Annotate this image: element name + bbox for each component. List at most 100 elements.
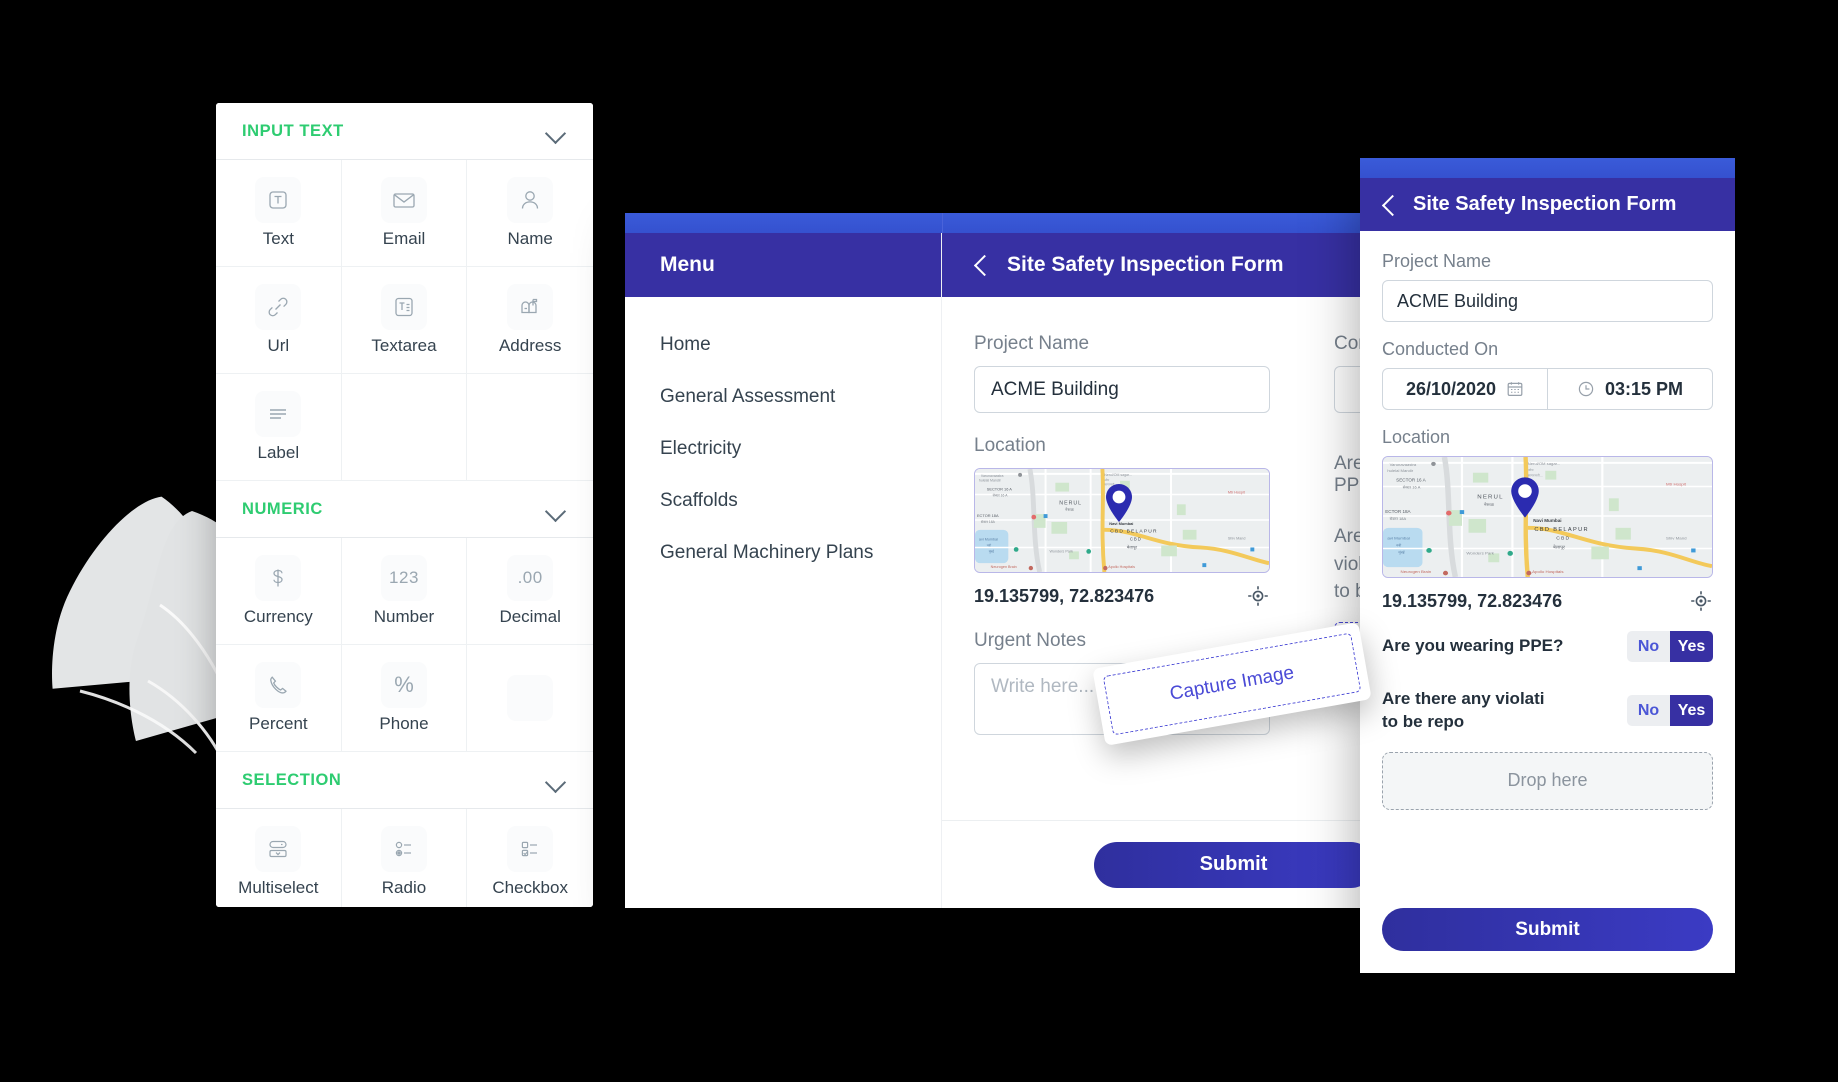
svg-text:Wonders Park: Wonders Park: [1466, 551, 1495, 556]
location-map[interactable]: Varunavaastra hulelal Mandir SECTOR 16 A…: [974, 468, 1270, 573]
mobile-form-preview: Site Safety Inspection Form Project Name…: [1360, 158, 1735, 973]
palette-item-currency[interactable]: Currency: [216, 538, 342, 645]
palette-item-radio[interactable]: Radio: [341, 809, 468, 907]
mobile-ppe-toggle[interactable]: No Yes: [1627, 631, 1713, 662]
mobile-dropzone[interactable]: Drop here: [1382, 751, 1713, 810]
mobile-submit-button[interactable]: Submit: [1382, 908, 1713, 951]
svg-text:Nerul/OM sagar...: Nerul/OM sagar...: [1528, 461, 1560, 466]
mobile-form-header: Site Safety Inspection Form: [1360, 178, 1735, 231]
palette-item-label: Percent: [249, 714, 308, 733]
desktop-menu-list: Home General Assessment Electricity Scaf…: [625, 297, 941, 579]
palette-item-textarea[interactable]: Textarea: [341, 267, 468, 374]
lines-icon: [255, 391, 302, 437]
mobile-violations-line1: Are there any violati: [1382, 689, 1545, 708]
palette-item-multiselect[interactable]: Multiselect: [216, 809, 342, 907]
submit-button[interactable]: Submit: [1093, 841, 1374, 888]
desktop-form-title: Site Safety Inspection Form: [1007, 253, 1284, 276]
palette-item-phone[interactable]: % Phone: [341, 645, 468, 752]
map-pin-icon: [1106, 484, 1132, 522]
svg-text:नेरूळ: नेरूळ: [1484, 501, 1495, 507]
menu-item-general-machinery-plans[interactable]: General Machinery Plans: [625, 527, 941, 579]
palette-item-decimal[interactable]: .00 Decimal: [467, 538, 593, 645]
svg-text:नवी: नवी: [987, 543, 991, 547]
palette-section-header-selection[interactable]: SELECTION: [216, 752, 593, 809]
svg-text:Varunavaastra: Varunavaastra: [981, 474, 1004, 478]
palette-item-label: Url: [267, 336, 290, 355]
radio-icon: [380, 826, 427, 872]
mobile-project-name-input[interactable]: ACME Building: [1382, 280, 1713, 322]
back-chevron-icon[interactable]: [974, 254, 987, 276]
field-palette-panel: INPUT TEXT Text Email Name Url Textarea …: [216, 103, 593, 907]
mobile-form-footer: Submit: [1360, 908, 1735, 973]
mailbox-icon: [507, 284, 554, 330]
svg-text:CBD: CBD: [1556, 536, 1570, 542]
palette-item-number[interactable]: 123 Number: [341, 538, 468, 645]
mobile-ppe-no-option[interactable]: No: [1627, 631, 1670, 662]
palette-item-label: Number: [373, 607, 435, 626]
mobile-coordinates-row: 19.135799, 72.823476: [1382, 589, 1713, 613]
crosshair-gps-icon[interactable]: [1689, 589, 1713, 613]
svg-text:avi Mumbai: avi Mumbai: [1387, 536, 1409, 541]
menu-item-electricity[interactable]: Electricity: [625, 423, 941, 475]
palette-item-text[interactable]: Text: [216, 160, 342, 267]
map-pin-icon: [1511, 477, 1539, 518]
link-icon: [255, 284, 302, 330]
svg-text:CBD: CBD: [1130, 537, 1142, 542]
project-name-input[interactable]: ACME Building: [974, 366, 1270, 413]
mobile-violations-toggle[interactable]: No Yes: [1627, 695, 1713, 727]
palette-item-label: Name: [507, 229, 553, 248]
palette-grid-input-text: Text Email Name Url Textarea Address Lab…: [216, 160, 593, 481]
svg-text:ECTOR 18A: ECTOR 18A: [1385, 509, 1411, 514]
svg-text:सेक्टर 16 A: सेक्टर 16 A: [993, 493, 1009, 497]
crosshair-gps-icon[interactable]: [1246, 584, 1270, 608]
mobile-form-title: Site Safety Inspection Form: [1413, 193, 1677, 215]
mobile-violations-yes-option[interactable]: Yes: [1670, 695, 1713, 727]
chevron-down-icon[interactable]: [545, 774, 567, 786]
svg-text:Apollo Hospitals: Apollo Hospitals: [1532, 569, 1563, 574]
svg-text:Apollo Hospitals: Apollo Hospitals: [1108, 565, 1135, 569]
svg-text:Wonders Park: Wonders Park: [1049, 549, 1073, 553]
mobile-date-input[interactable]: 26/10/2020: [1383, 369, 1547, 409]
calendar-icon: [1506, 380, 1524, 398]
mobile-conducted-on-label: Conducted On: [1382, 339, 1499, 359]
mobile-ppe-yes-option[interactable]: Yes: [1670, 631, 1713, 662]
palette-section-header-input-text[interactable]: INPUT TEXT: [216, 103, 593, 160]
palette-item-percent[interactable]: Percent: [216, 645, 342, 752]
svg-text:CBD BELAPUR: CBD BELAPUR: [1110, 529, 1157, 535]
back-chevron-icon[interactable]: [1382, 194, 1395, 216]
chevron-down-icon[interactable]: [545, 503, 567, 515]
palette-item-name[interactable]: Name: [467, 160, 593, 267]
menu-item-general-assessment[interactable]: General Assessment: [625, 371, 941, 423]
mobile-time-value: 03:15 PM: [1604, 378, 1684, 399]
palette-item-email[interactable]: Email: [341, 160, 468, 267]
mobile-location-label: Location: [1382, 427, 1451, 447]
mobile-time-input[interactable]: 03:15 PM: [1548, 369, 1712, 409]
svg-text:Shiv Mand: Shiv Mand: [1228, 537, 1246, 541]
svg-text:सेक्टर 18A: सेक्टर 18A: [981, 520, 996, 524]
mobile-conducted-on-row: 26/10/2020 03:15 PM: [1382, 368, 1713, 410]
envelope-icon: [380, 177, 427, 223]
menu-item-scaffolds[interactable]: Scaffolds: [625, 475, 941, 527]
svg-text:CBD BELAPUR: CBD BELAPUR: [1534, 527, 1589, 533]
palette-item-label: Multiselect: [238, 878, 319, 897]
svg-text:Neurogen Brain: Neurogen Brain: [991, 565, 1017, 569]
svg-text:Nerul/OM sagar...: Nerul/OM sagar...: [1104, 473, 1132, 477]
mobile-location-map[interactable]: Varunavaastra hulelal Mandir SECTOR 16 A…: [1382, 456, 1713, 578]
palette-item-address[interactable]: Address: [467, 267, 593, 374]
palette-item-label-field[interactable]: Label: [216, 374, 342, 481]
phone-handset-icon: [255, 662, 302, 708]
mobile-violations-no-option[interactable]: No: [1627, 695, 1670, 727]
chevron-down-icon[interactable]: [545, 125, 567, 137]
svg-text:मुंबई: मुंबई: [1398, 550, 1405, 555]
palette-section-title: SELECTION: [242, 770, 342, 789]
svg-text:hulelal Mandir: hulelal Mandir: [1387, 468, 1414, 473]
svg-text:नवी: नवी: [1396, 543, 1401, 548]
svg-text:Neurogen Brain: Neurogen Brain: [1401, 569, 1432, 574]
mobile-ppe-question: Are you wearing PPE?: [1382, 636, 1564, 656]
palette-item-url[interactable]: Url: [216, 267, 342, 374]
palette-item-checkbox[interactable]: Checkbox: [467, 809, 593, 907]
menu-item-home[interactable]: Home: [625, 319, 941, 371]
palette-item-empty: [467, 374, 593, 481]
palette-section-header-numeric[interactable]: NUMERIC: [216, 481, 593, 538]
